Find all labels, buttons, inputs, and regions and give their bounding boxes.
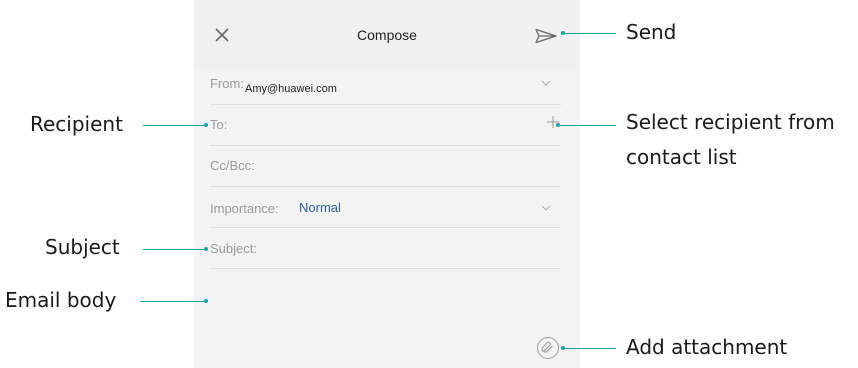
to-field[interactable]: To: <box>210 104 561 146</box>
send-pointer-line <box>563 33 616 34</box>
recipient-pointer-dot <box>204 123 208 127</box>
from-value: Amy@huawei.com <box>245 83 337 95</box>
email-body-pointer-line <box>140 301 206 302</box>
email-body-pointer-dot <box>204 299 208 303</box>
select-recipient-pointer-line <box>558 125 616 126</box>
attachment-pointer-line <box>563 348 616 349</box>
email-body-field[interactable] <box>210 275 561 330</box>
importance-label: Importance: <box>210 201 279 216</box>
importance-row[interactable]: Importance: Normal <box>210 186 561 228</box>
to-label: To: <box>210 117 228 132</box>
send-icon[interactable] <box>535 28 557 44</box>
subject-label: Subject: <box>210 241 257 256</box>
subject-pointer-dot <box>204 247 208 251</box>
paperclip-icon <box>541 341 553 353</box>
chevron-down-icon[interactable] <box>541 205 551 211</box>
subject-field[interactable]: Subject: <box>210 227 561 269</box>
compose-screen: Compose From: Amy@huawei.com To: Cc/Bcc:… <box>194 0 580 368</box>
chevron-down-icon[interactable] <box>541 80 551 86</box>
add-attachment-annotation: Add attachment <box>626 335 788 359</box>
importance-value[interactable]: Normal <box>299 200 341 215</box>
ccbcc-field[interactable]: Cc/Bcc: <box>210 145 561 187</box>
email-body-annotation: Email body <box>5 288 117 312</box>
compose-toolbar: Compose <box>194 0 580 70</box>
ccbcc-label: Cc/Bcc: <box>210 158 255 173</box>
attachment-button[interactable] <box>537 337 559 359</box>
page-title: Compose <box>357 27 417 43</box>
select-recipient-annotation-line2: contact list <box>626 145 737 169</box>
select-recipient-annotation-line1: Select recipient from <box>626 110 835 134</box>
recipient-pointer-line <box>143 125 206 126</box>
subject-annotation: Subject <box>45 235 120 259</box>
from-row[interactable]: From: Amy@huawei.com <box>210 63 561 105</box>
send-annotation: Send <box>626 20 677 44</box>
from-label: From: <box>210 76 244 91</box>
recipient-annotation: Recipient <box>30 112 123 136</box>
subject-pointer-line <box>143 249 206 250</box>
